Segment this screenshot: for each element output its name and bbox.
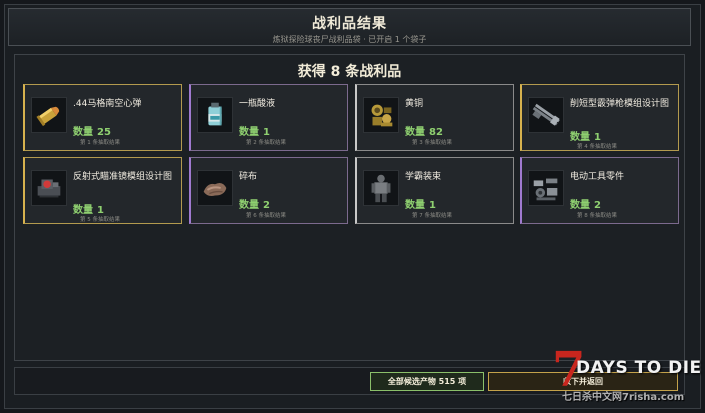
loot-name: 黄铜 xyxy=(405,99,424,109)
all-candidates-button[interactable]: 全部候选产物 515 项 xyxy=(370,372,484,391)
site-watermark: 7 DAYS TO DIE 七日杀中文网7risha.com xyxy=(552,346,702,410)
loot-rank: 第 5 条抽取结果 xyxy=(80,217,120,223)
loot-rank: 第 3 条抽取结果 xyxy=(412,140,452,146)
loot-rank: 第 2 条抽取结果 xyxy=(246,140,286,146)
window-title: 战利品结果 xyxy=(312,16,387,32)
loot-quantity: 数量 25 xyxy=(73,127,111,138)
loot-quantity: 数量 1 xyxy=(570,132,601,143)
loot-rank: 第 6 条抽取结果 xyxy=(246,213,286,219)
loot-panel: 获得 8 条战利品 .44马格南空心弹 数量 25 第 1 条抽取结果 一瓶酸液… xyxy=(14,54,685,361)
loot-count-title: 获得 8 条战利品 xyxy=(297,64,402,80)
header-bar: 战利品结果 炼狱探险球丧尸战利品袋 · 已开启 1 个袋子 xyxy=(8,8,691,46)
loot-rank: 第 1 条抽取结果 xyxy=(80,140,120,146)
loot-name: 碎布 xyxy=(239,172,258,182)
loot-card-4[interactable]: 削短型霰弹枪模组设计图 数量 1 第 4 条抽取结果 xyxy=(520,84,679,151)
shotgun-schematic-icon xyxy=(528,97,564,133)
loot-rank: 第 7 条抽取结果 xyxy=(412,213,452,219)
loot-quantity: 数量 2 xyxy=(570,200,601,211)
loot-rank: 第 8 条抽取结果 xyxy=(577,213,617,219)
loot-quantity: 数量 1 xyxy=(73,205,104,216)
loot-name: 反射式瞄准镜模组设计图 xyxy=(73,172,173,182)
loot-name: .44马格南空心弹 xyxy=(73,99,142,109)
loot-card-3[interactable]: 黄铜 数量 82 第 3 条抽取结果 xyxy=(355,84,514,151)
loot-card-2[interactable]: 一瓶酸液 数量 1 第 2 条抽取结果 xyxy=(189,84,348,151)
window-subtitle: 炼狱探险球丧尸战利品袋 · 已开启 1 个袋子 xyxy=(272,35,427,44)
loot-quantity: 数量 1 xyxy=(239,127,270,138)
loot-rank: 第 4 条抽取结果 xyxy=(577,144,617,150)
cloth-icon xyxy=(197,170,233,206)
loot-card-7[interactable]: 学霸装束 数量 1 第 7 条抽取结果 xyxy=(355,157,514,224)
loot-card-1[interactable]: .44马格南空心弹 数量 25 第 1 条抽取结果 xyxy=(23,84,182,151)
ammo-icon xyxy=(31,97,67,133)
loot-quantity: 数量 1 xyxy=(405,200,436,211)
brass-icon xyxy=(363,97,399,133)
loot-card-8[interactable]: 电动工具零件 数量 2 第 8 条抽取结果 xyxy=(520,157,679,224)
logo-brand: DAYS TO DIE xyxy=(576,358,702,378)
loot-card-6[interactable]: 碎布 数量 2 第 6 条抽取结果 xyxy=(189,157,348,224)
watermark-site: 七日杀中文网7risha.com xyxy=(562,392,685,403)
loot-quantity: 数量 2 xyxy=(239,200,270,211)
tool-parts-icon xyxy=(528,170,564,206)
reflex-sight-icon xyxy=(31,170,67,206)
loot-card-5[interactable]: 反射式瞄准镜模组设计图 数量 1 第 5 条抽取结果 xyxy=(23,157,182,224)
outfit-icon xyxy=(363,170,399,206)
loot-quantity: 数量 82 xyxy=(405,127,443,138)
loot-name: 一瓶酸液 xyxy=(239,99,276,109)
loot-grid: .44马格南空心弹 数量 25 第 1 条抽取结果 一瓶酸液 数量 1 第 2 条抽… xyxy=(23,84,679,228)
loot-name: 削短型霰弹枪模组设计图 xyxy=(570,99,670,109)
acid-bottle-icon xyxy=(197,97,233,133)
loot-name: 电动工具零件 xyxy=(570,172,625,182)
loot-name: 学霸装束 xyxy=(405,172,442,182)
